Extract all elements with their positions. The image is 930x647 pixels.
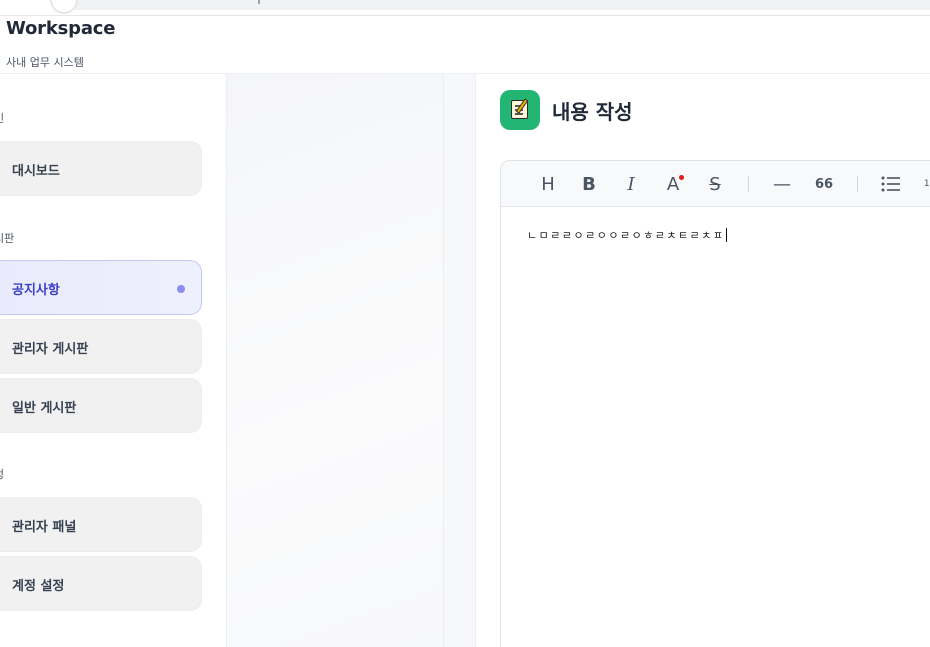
editor-content[interactable]: ㄴㅁㄹㄹㅇㄹㅇㅇㄹㅇㅎㄹㅊㅌㄹㅊㅍ (527, 227, 727, 243)
toolbar-divider (748, 176, 749, 192)
toolbar-divider (857, 176, 858, 192)
text-color-button[interactable]: A (660, 171, 686, 197)
strikethrough-icon: S (709, 173, 721, 195)
strikethrough-button[interactable]: S (702, 171, 728, 197)
bold-icon: B (582, 173, 596, 195)
italic-button[interactable]: I (618, 171, 644, 197)
address-bar-caret (258, 0, 260, 4)
color-dot-icon (679, 175, 684, 180)
rich-text-editor[interactable]: H B I A S — 66 1 ㄴㅁㄹㄹㅇㄹㅇㅇㄹㅇㅎㄹㅊㅌㄹㅊㅍ (500, 160, 930, 647)
sidebar-section-main: 인 (0, 110, 4, 126)
horizontal-rule-icon: — (773, 173, 791, 195)
page-title: 내용 작성 (552, 100, 633, 124)
bullet-list-icon (881, 176, 900, 192)
bold-button[interactable]: B (576, 171, 602, 197)
active-indicator-dot (177, 285, 185, 293)
sidebar-item-label: 관리자 게시판 (12, 342, 89, 357)
sidebar-item-admin-panel[interactable]: 관리자 패널 (0, 497, 202, 552)
main-content: 내용 작성 H B I A S — 66 1 ㄴㅁㄹㄹㅇㄹㅇㅇㄹㅇㅎㄹㅊㅌㄹㅊㅍ (475, 74, 930, 647)
bullet-list-button[interactable] (878, 171, 904, 197)
sidebar-item-label: 일반 게시판 (12, 401, 77, 416)
sidebar-section-settings: 정 (0, 466, 4, 482)
browser-circle-button[interactable] (50, 0, 78, 14)
sidebar-item-notice[interactable]: 공지사항 (0, 260, 202, 315)
app-subtitle: 사내 업무 시스템 (6, 56, 84, 69)
sidebar-item-general-board[interactable]: 일반 게시판 (0, 378, 202, 433)
sidebar-item-admin-board[interactable]: 관리자 게시판 (0, 319, 202, 374)
gutter-panel (443, 74, 475, 647)
sidebar-item-label: 관리자 패널 (12, 520, 77, 535)
sidebar-item-account-settings[interactable]: 계정 설정 (0, 556, 202, 611)
horizontal-rule-button[interactable]: — (769, 171, 795, 197)
heading-button[interactable]: H (535, 171, 561, 197)
sidebar: 인 대시보드 시판 공지사항 관리자 게시판 일반 게시판 정 관리자 패널 계… (0, 74, 226, 647)
sidebar-section-board: 시판 (0, 232, 15, 245)
sidebar-item-dashboard[interactable]: 대시보드 (0, 141, 202, 196)
numbered-list-icon: 1 2 (923, 178, 930, 189)
browser-top-strip (0, 0, 930, 16)
sidebar-item-label: 공지사항 (12, 283, 60, 298)
blockquote-button[interactable]: 66 (811, 171, 837, 197)
quote-icon: 66 (814, 176, 834, 192)
memo-icon (500, 90, 540, 130)
list-panel (226, 74, 443, 647)
sidebar-item-label: 계정 설정 (12, 579, 65, 594)
italic-icon: I (627, 173, 635, 195)
editor-toolbar: H B I A S — 66 1 (501, 161, 930, 207)
text-cursor (725, 228, 727, 242)
address-bar[interactable] (55, 0, 930, 10)
numbered-list-button[interactable]: 1 2 (918, 171, 930, 197)
heading-icon: H (541, 173, 555, 195)
app-title: Workspace (6, 18, 116, 39)
editor-text: ㄴㅁㄹㄹㅇㄹㅇㅇㄹㅇㅎㄹㅊㅌㄹㅊㅍ (527, 229, 725, 242)
app-header: Workspace 사내 업무 시스템 (0, 17, 930, 74)
text-color-icon: A (666, 173, 680, 195)
sidebar-item-label: 대시보드 (12, 164, 60, 179)
